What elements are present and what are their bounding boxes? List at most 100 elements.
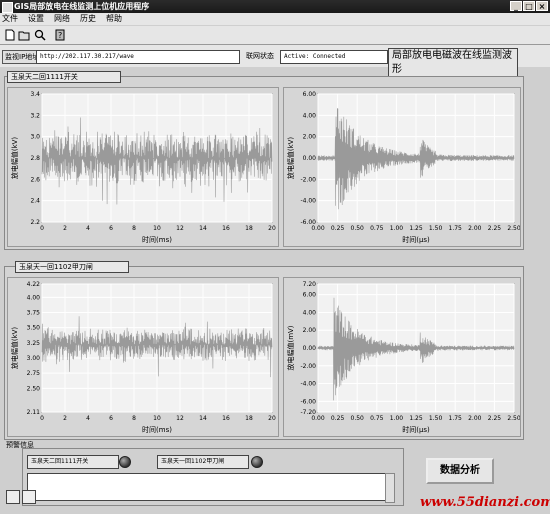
y-tick-label: 6.00: [303, 292, 317, 299]
data-analysis-button[interactable]: 数据分析: [426, 458, 494, 484]
title-bar: GIS局部放电在线监测上位机应用程序 _ □ ×: [0, 0, 550, 13]
y-tick-label: 4.22: [27, 281, 41, 288]
chart-2: 0.00 0.25 0.50 0.75 1.00 1.25 1.50 1.75 2.00 2.25…: [286, 91, 521, 244]
x-tick-label: 18: [245, 415, 253, 422]
chart-4: 0.00 0.25 0.50 0.75 1.00 1.25 1.50 1.75 2.00 2.25…: [286, 281, 521, 434]
y-tick-label: -4.00: [300, 198, 316, 205]
x-tick-label: 0.25: [331, 225, 345, 232]
menu-network[interactable]: 网络: [54, 13, 70, 25]
menu-history[interactable]: 历史: [80, 13, 96, 25]
save-icon[interactable]: [22, 490, 36, 504]
x-tick-label: 14: [199, 225, 207, 232]
x-tick-label: 1.00: [390, 225, 404, 232]
maximize-button[interactable]: □: [523, 1, 535, 11]
x-tick-label: 0.25: [331, 415, 345, 422]
network-status-field: Active: Connected: [280, 50, 388, 64]
menu-settings[interactable]: 设置: [28, 13, 44, 25]
minimize-button[interactable]: _: [510, 1, 522, 11]
chart-3: 0 2 4 6 8 10 12 14 16 18 20 2.11 2.50 2.75 3.00 3.25 3.5…: [10, 281, 276, 434]
x-tick-label: 16: [222, 225, 230, 232]
ip-address-field[interactable]: http://202.117.30.217/wave: [36, 50, 240, 64]
y-tick-label: 3.00: [27, 355, 41, 362]
x-tick-label: 6: [109, 415, 113, 422]
x-tick-label: 0.50: [351, 415, 365, 422]
x-tick-label: 12: [176, 225, 184, 232]
x-tick-label: 10: [153, 225, 161, 232]
y-tick-label: 4.00: [303, 309, 317, 316]
alarm-item-2: 玉泉天一回1102甲刀闸: [157, 455, 249, 469]
y-axis-label: 放电幅值(kV): [286, 137, 295, 180]
y-tick-label: 3.25: [27, 340, 41, 347]
x-tick-label: 10: [153, 415, 161, 422]
search-icon[interactable]: [34, 29, 46, 41]
monitor-banner: 局部放电电磁波在线监测波形: [388, 48, 518, 78]
y-tick-label: 4.00: [27, 294, 41, 301]
x-tick-label: 1.00: [390, 415, 404, 422]
y-tick-label: 2.11: [27, 409, 41, 416]
x-tick-label: 8: [132, 225, 136, 232]
monitor-panel-2: 玉泉天一回1102甲刀闸 0 2 4 6 8 10 12 14 16 18 20 2.11 2.50 2.…: [4, 261, 524, 440]
panel-2-title: 玉泉天一回1102甲刀闸: [15, 261, 129, 273]
close-button[interactable]: ×: [536, 1, 548, 11]
x-tick-label: 4: [86, 415, 90, 422]
y-tick-label: 2.2: [30, 219, 40, 226]
x-axis-label: 时间(ms): [142, 425, 172, 434]
chart-1-box: 0 2 4 6 8 10 12 14 16 18 20 2.2 2.4 2.6 2.8 3.0 3.2 3.4 时间…: [7, 87, 279, 247]
y-tick-label: -2.00: [300, 176, 316, 183]
new-document-icon[interactable]: [4, 29, 16, 41]
x-axis-label: 时间(μs): [402, 235, 430, 244]
alarm-led-1: [119, 456, 131, 468]
y-tick-label: 2.6: [30, 176, 40, 183]
open-document-icon[interactable]: [18, 29, 30, 41]
y-tick-label: 0.00: [303, 345, 317, 352]
chart-2-box: 0.00 0.25 0.50 0.75 1.00 1.25 1.50 1.75 2.00 2.25…: [283, 87, 521, 247]
x-tick-label: 0: [40, 415, 44, 422]
x-tick-label: 2: [63, 225, 67, 232]
y-tick-label: 7.20: [303, 281, 317, 288]
x-tick-label: 2: [63, 415, 67, 422]
menu-bar: 文件 设置 网络 历史 帮助: [0, 13, 550, 25]
x-tick-label: 16: [222, 415, 230, 422]
alarm-led-2: [251, 456, 263, 468]
x-tick-label: 2.00: [468, 225, 482, 232]
help-icon[interactable]: ?: [54, 29, 66, 41]
x-tick-label: 1.75: [449, 225, 463, 232]
window-title: GIS局部放电在线监测上位机应用程序: [14, 2, 150, 11]
menu-file[interactable]: 文件: [2, 13, 18, 25]
x-tick-label: 8: [132, 415, 136, 422]
connection-row: 监视IP地址 http://202.117.30.217/wave 联网状态 A…: [0, 45, 550, 78]
y-tick-label: -6.00: [300, 219, 316, 226]
x-tick-label: 2.25: [488, 225, 502, 232]
y-tick-label: 2.8: [30, 155, 40, 162]
panel-1-title: 玉泉天二回1111开关: [7, 71, 121, 83]
y-tick-label: -4.00: [300, 381, 316, 388]
y-tick-label: -6.00: [300, 398, 316, 405]
print-icon[interactable]: [6, 490, 20, 504]
x-tick-label: 12: [176, 415, 184, 422]
y-tick-label: 3.0: [30, 134, 40, 141]
watermark: www.55dianzi.com: [420, 495, 550, 510]
x-tick-label: 2.50: [507, 225, 520, 232]
alarm-log-scrollbar[interactable]: [385, 473, 395, 503]
alarm-log: [27, 473, 391, 501]
menu-help[interactable]: 帮助: [106, 13, 122, 25]
y-tick-label: 4.00: [303, 112, 317, 119]
y-axis-label: 放电幅值(kV): [10, 137, 19, 180]
y-tick-label: -2.00: [300, 363, 316, 370]
monitor-panel-1: 玉泉天二回1111开关 0 2 4 6 8 10 12 14 16 18 20 2.2 2.4 2.6 2.…: [4, 71, 524, 250]
x-tick-label: 1.25: [409, 415, 423, 422]
network-status-label: 联网状态: [246, 52, 274, 60]
y-tick-label: 2.4: [30, 198, 40, 205]
alarm-item-1: 玉泉天二回1111开关: [27, 455, 119, 469]
x-tick-label: 20: [268, 415, 276, 422]
y-tick-label: 2.50: [27, 385, 41, 392]
x-tick-label: 1.50: [429, 225, 443, 232]
y-tick-label: 2.00: [303, 327, 317, 334]
y-axis-label: 放电幅值(mV): [286, 325, 295, 370]
chart-1: 0 2 4 6 8 10 12 14 16 18 20 2.2 2.4 2.6 2.8 3.0 3.2 3.4 时间…: [10, 91, 276, 244]
chart-4-box: 0.00 0.25 0.50 0.75 1.00 1.25 1.50 1.75 2.00 2.25…: [283, 277, 521, 437]
y-tick-label: 2.75: [27, 370, 41, 377]
y-axis-label: 放电幅值(kV): [10, 327, 19, 370]
y-tick-label: -7.20: [300, 409, 316, 416]
x-tick-label: 6: [109, 225, 113, 232]
